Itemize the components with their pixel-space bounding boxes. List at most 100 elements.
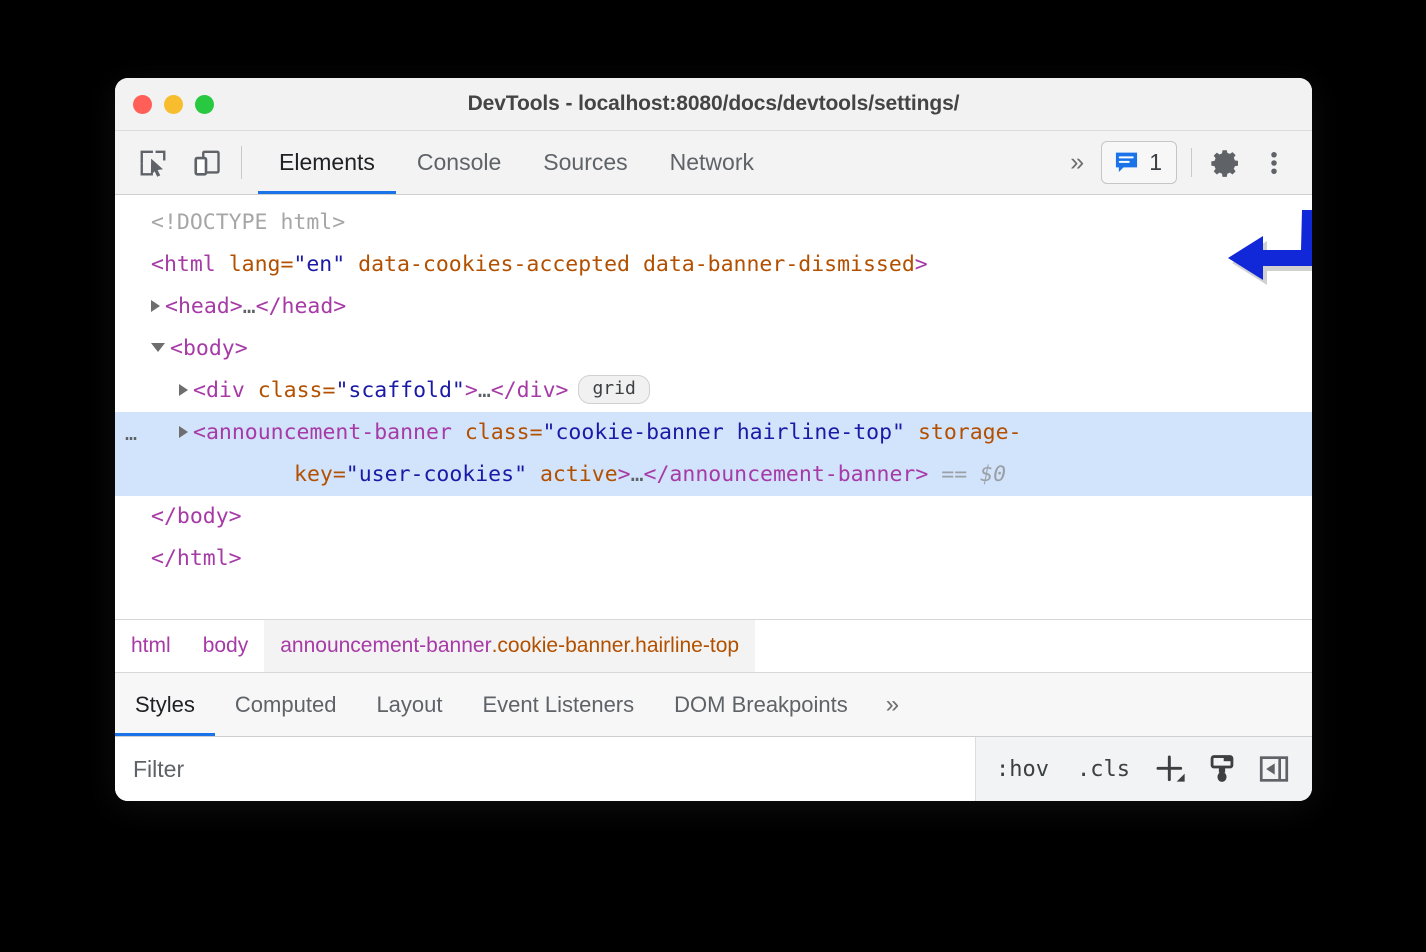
- div-lt: <: [193, 378, 206, 403]
- settings-button[interactable]: [1204, 141, 1248, 185]
- banner-attr-storagekey-a: storage-: [918, 420, 1022, 445]
- toolbar-left-icons: [115, 131, 227, 194]
- toggle-sidebar-button[interactable]: [1248, 745, 1300, 793]
- html-attr-banner: data-banner-dismissed: [643, 252, 915, 277]
- tab-sources-label: Sources: [543, 149, 627, 176]
- breadcrumb-item-body[interactable]: body: [187, 620, 265, 672]
- maximize-window-button[interactable]: [195, 95, 214, 114]
- breadcrumb-item-body-label: body: [203, 634, 249, 658]
- styles-filter-bar: :hov .cls: [115, 737, 1312, 801]
- breadcrumb-item-html[interactable]: html: [115, 620, 187, 672]
- banner-lt: <: [193, 420, 206, 445]
- tab-computed[interactable]: Computed: [215, 673, 357, 736]
- tab-styles[interactable]: Styles: [115, 673, 215, 736]
- dom-node-html-close[interactable]: </html>: [115, 538, 1312, 580]
- window-controls: [115, 95, 214, 114]
- html-gt: >: [915, 252, 928, 277]
- breadcrumb-selected-tag: announcement-banner: [280, 634, 491, 658]
- html-attr-cookies: data-cookies-accepted: [358, 252, 630, 277]
- html-eq-1: =: [280, 252, 293, 277]
- banner-ellipsis: …: [631, 462, 644, 487]
- div-val-class: "scaffold": [335, 378, 464, 403]
- tab-sources[interactable]: Sources: [522, 131, 648, 194]
- div-gt: >: [465, 378, 478, 403]
- devtools-window: DevTools - localhost:8080/docs/devtools/…: [115, 78, 1312, 801]
- inspect-element-button[interactable]: [133, 143, 173, 183]
- banner-gt: >: [618, 462, 631, 487]
- toolbar-divider: [241, 146, 242, 179]
- banner-attr-class: class: [465, 420, 530, 445]
- banner-val-storagekey: "user-cookies": [346, 462, 527, 487]
- issues-message-icon: [1113, 149, 1140, 176]
- dom-node-announcement-banner[interactable]: …<announcement-banner class="cookie-bann…: [115, 412, 1312, 496]
- tab-event-listeners-label: Event Listeners: [483, 692, 635, 718]
- device-toolbar-icon: [192, 148, 222, 178]
- dom-node-head[interactable]: <head>…</head>: [115, 286, 1312, 328]
- body-open-tag: <body>: [170, 336, 248, 361]
- styles-filter-input[interactable]: [115, 737, 976, 801]
- dom-node-scaffold-div[interactable]: <div class="scaffold">…</div> grid: [115, 370, 1312, 412]
- tab-network[interactable]: Network: [649, 131, 775, 194]
- node-more-options-icon[interactable]: …: [125, 412, 138, 454]
- div-attr-class: class: [258, 378, 323, 403]
- issues-count-label: 1: [1149, 149, 1162, 176]
- force-state-button[interactable]: :hov: [982, 757, 1063, 782]
- tab-console-label: Console: [417, 149, 501, 176]
- tab-layout[interactable]: Layout: [356, 673, 462, 736]
- pane-more-tabs-button[interactable]: »: [868, 673, 914, 736]
- styles-pane-tab-list: Styles Computed Layout Event Listeners D…: [115, 673, 1312, 737]
- head-open-tag: <head>: [165, 294, 243, 319]
- div-tag-name: div: [206, 378, 245, 403]
- dom-tree-panel[interactable]: <!DOCTYPE html> <html lang="en" data-coo…: [115, 195, 1312, 619]
- expand-arrow-icon[interactable]: [179, 384, 188, 396]
- tab-console[interactable]: Console: [396, 131, 522, 194]
- main-menu-button[interactable]: [1252, 141, 1296, 185]
- div-close-tag: </div>: [491, 378, 569, 403]
- banner-eq-1: =: [530, 420, 543, 445]
- plus-icon: [1150, 749, 1190, 789]
- gear-icon: [1210, 147, 1242, 179]
- tab-event-listeners[interactable]: Event Listeners: [463, 673, 655, 736]
- dom-node-body-close[interactable]: </body>: [115, 496, 1312, 538]
- collapse-arrow-icon[interactable]: [151, 343, 165, 352]
- dom-node-body-open[interactable]: <body>: [115, 328, 1312, 370]
- dom-node-doctype[interactable]: <!DOCTYPE html>: [115, 202, 1312, 244]
- head-ellipsis: …: [243, 294, 256, 319]
- dom-node-html-open[interactable]: <html lang="en" data-cookies-accepted da…: [115, 244, 1312, 286]
- device-toolbar-button[interactable]: [187, 143, 227, 183]
- breadcrumb-item-announcement-banner[interactable]: announcement-banner.cookie-banner.hairli…: [264, 620, 755, 672]
- expand-arrow-icon[interactable]: [151, 300, 160, 312]
- close-window-button[interactable]: [133, 95, 152, 114]
- element-classes-button[interactable]: .cls: [1063, 757, 1144, 782]
- grid-badge[interactable]: grid: [578, 375, 649, 404]
- tab-styles-label: Styles: [135, 692, 195, 718]
- minimize-window-button[interactable]: [164, 95, 183, 114]
- html-close-tag: </html>: [151, 546, 242, 571]
- tab-computed-label: Computed: [235, 692, 337, 718]
- banner-tag-name: announcement-banner: [206, 420, 452, 445]
- window-title: DevTools - localhost:8080/docs/devtools/…: [115, 92, 1312, 116]
- tab-network-label: Network: [670, 149, 754, 176]
- screenshot-stage: DevTools - localhost:8080/docs/devtools/…: [0, 0, 1426, 952]
- breadcrumb-item-html-label: html: [131, 634, 171, 658]
- issues-counter-button[interactable]: 1: [1101, 141, 1177, 184]
- tab-dom-breakpoints[interactable]: DOM Breakpoints: [654, 673, 868, 736]
- tab-dom-breakpoints-label: DOM Breakpoints: [674, 692, 848, 718]
- tab-elements[interactable]: Elements: [258, 131, 396, 194]
- more-tabs-button[interactable]: »: [1054, 148, 1097, 177]
- banner-close-tag: </announcement-banner>: [644, 462, 929, 487]
- inspect-element-icon: [138, 148, 168, 178]
- paint-brush-icon: [1205, 752, 1239, 786]
- devtools-main-toolbar: Elements Console Sources Network » 1: [115, 131, 1312, 195]
- panel-tab-list: Elements Console Sources Network: [258, 131, 775, 194]
- expand-arrow-icon[interactable]: [179, 426, 188, 438]
- tab-elements-label: Elements: [279, 149, 375, 176]
- toolbar-right-controls: » 1: [1054, 131, 1312, 194]
- toggle-sidebar-icon: [1257, 752, 1291, 786]
- new-style-rule-button[interactable]: [1144, 745, 1196, 793]
- body-close-tag: </body>: [151, 504, 242, 529]
- div-ellipsis: …: [478, 378, 491, 403]
- banner-eq-marker: ==: [941, 462, 967, 487]
- div-eq: =: [322, 378, 335, 403]
- computed-styles-button[interactable]: [1196, 745, 1248, 793]
